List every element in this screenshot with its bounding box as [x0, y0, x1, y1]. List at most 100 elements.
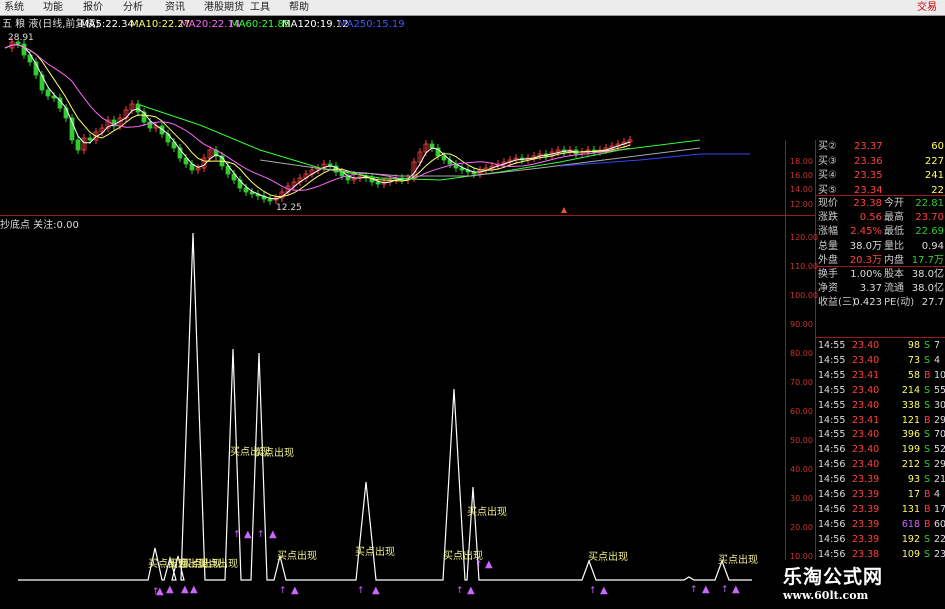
- trade-button[interactable]: 交易: [917, 1, 937, 15]
- candle: [441, 155, 447, 161]
- menu-item-help[interactable]: 帮助: [289, 1, 309, 15]
- candle: [87, 137, 93, 141]
- tick-count: 10: [934, 369, 945, 381]
- candle: [549, 151, 555, 157]
- low-price-label: 12.25: [276, 203, 302, 213]
- candle: [141, 111, 147, 123]
- tick-count: 60: [934, 518, 945, 530]
- tick-volume: 98: [907, 340, 920, 351]
- candle: [375, 181, 381, 185]
- candle: [69, 117, 75, 141]
- stat-value: 27.7: [921, 297, 944, 309]
- ma20-line: [4, 44, 631, 191]
- buy-arrow-icon: ↑: [690, 585, 698, 595]
- tick-side: S: [924, 340, 931, 351]
- stat-value: 38.0万: [849, 240, 882, 252]
- candle: [429, 143, 435, 149]
- candle: [63, 107, 69, 119]
- buy-level-row[interactable]: 买② 23.37 60: [816, 140, 945, 153]
- buy-level-row[interactable]: 买④ 23.35 241: [816, 169, 945, 182]
- tick-side: S: [924, 444, 931, 456]
- stat-label: 涨幅: [818, 226, 838, 238]
- tick-time: 14:56: [818, 548, 846, 560]
- signal-label: 买点出现: [230, 445, 270, 458]
- candle: [339, 171, 345, 177]
- tick-price: 23.40: [852, 429, 880, 441]
- candle: [363, 175, 369, 179]
- stat-label: 净资: [818, 283, 838, 295]
- quote-separator: [816, 195, 945, 196]
- menu-item-tools[interactable]: 工具: [250, 1, 270, 15]
- candle: [183, 157, 189, 165]
- tick-time: 14:56: [818, 489, 846, 500]
- triangle-icon: ▲: [166, 584, 174, 595]
- candle: [21, 43, 27, 56]
- candle: [285, 185, 291, 193]
- tick-time: 14:55: [818, 354, 846, 366]
- ma250-label: MA250:15.19: [338, 19, 405, 30]
- triangle-icon: ▲: [600, 585, 608, 596]
- ma250-line: [559, 153, 750, 167]
- stat-value: 23.70: [915, 212, 944, 224]
- ma10-line: [4, 44, 631, 197]
- indicator-axis-label: 70.00: [790, 378, 813, 387]
- candle: [267, 198, 273, 202]
- stat-value: 3.37: [859, 283, 882, 295]
- candle: [279, 191, 285, 199]
- candle: [579, 151, 585, 155]
- candle: [405, 177, 411, 181]
- buy-level-row[interactable]: 买③ 23.36 227: [816, 155, 945, 168]
- tick-side: S: [924, 399, 931, 411]
- triangle-icon: ▲: [269, 529, 277, 540]
- candle: [531, 155, 537, 159]
- candle: [591, 149, 597, 153]
- tick-time: 14:56: [818, 444, 846, 456]
- tick-row: 14:56 23.40 199 S 52: [816, 443, 945, 456]
- candle: [621, 141, 627, 145]
- tick-count: 29: [934, 414, 945, 426]
- signal-label: 买点出现: [254, 446, 294, 459]
- candle: [399, 177, 405, 181]
- triangle-icon: ▲: [244, 529, 252, 540]
- candle: [207, 149, 213, 159]
- indicator-axis-label: 80.00: [790, 349, 813, 358]
- candle: [381, 181, 387, 185]
- menu-item-analysis[interactable]: 分析: [123, 1, 143, 15]
- menu-item-quote[interactable]: 报价: [83, 1, 103, 15]
- stat-label: 涨跌: [818, 212, 838, 224]
- candle: [471, 171, 477, 175]
- candle: [519, 157, 525, 161]
- triangle-icon: ▲: [190, 584, 198, 595]
- tick-side: S: [924, 384, 931, 396]
- indicator-axis-label: 100.00: [790, 291, 818, 300]
- buy-arrow-icon: ↑: [357, 586, 365, 596]
- signal-label: 买点出现: [148, 557, 188, 570]
- indicator-chart[interactable]: 买点出现买点出现买点出现买点出现买点出现买点出现买点出现 买点出现 买点出现买点出现…: [0, 0, 945, 609]
- signal-label: 买点出现: [277, 549, 317, 562]
- menu-item-function[interactable]: 功能: [43, 1, 63, 15]
- tick-time: 14:55: [818, 369, 846, 381]
- tick-time: 14:56: [818, 518, 846, 530]
- candle: [369, 177, 375, 183]
- menu-item-news[interactable]: 资讯: [165, 1, 185, 15]
- tick-time: 14:55: [818, 399, 846, 411]
- candle: [93, 131, 99, 141]
- buy-arrow-icon: ↑: [257, 530, 265, 540]
- menu-item-system[interactable]: 系统: [4, 1, 24, 15]
- kline-chart[interactable]: 28.91 12.25: [0, 0, 945, 609]
- signal-label: 买点出现: [168, 557, 208, 570]
- indicator-line: [18, 232, 752, 581]
- stat-value: 20.3万: [849, 254, 882, 266]
- candle: [303, 173, 309, 179]
- menu-item-hk-futures[interactable]: 港股期货: [204, 1, 244, 15]
- tick-time: 14:56: [818, 474, 846, 486]
- tick-side: S: [924, 459, 931, 471]
- buy-arrow-icon: ↑: [152, 587, 160, 597]
- candle: [297, 177, 303, 183]
- candle: [543, 153, 549, 157]
- buy-level-price: 23.37: [854, 141, 883, 152]
- stat-row: 外盘 20.3万 内盘 17.7万: [816, 254, 945, 267]
- candle: [9, 41, 15, 49]
- stat-value: 22.81: [915, 198, 944, 209]
- tick-count: 4: [934, 354, 941, 366]
